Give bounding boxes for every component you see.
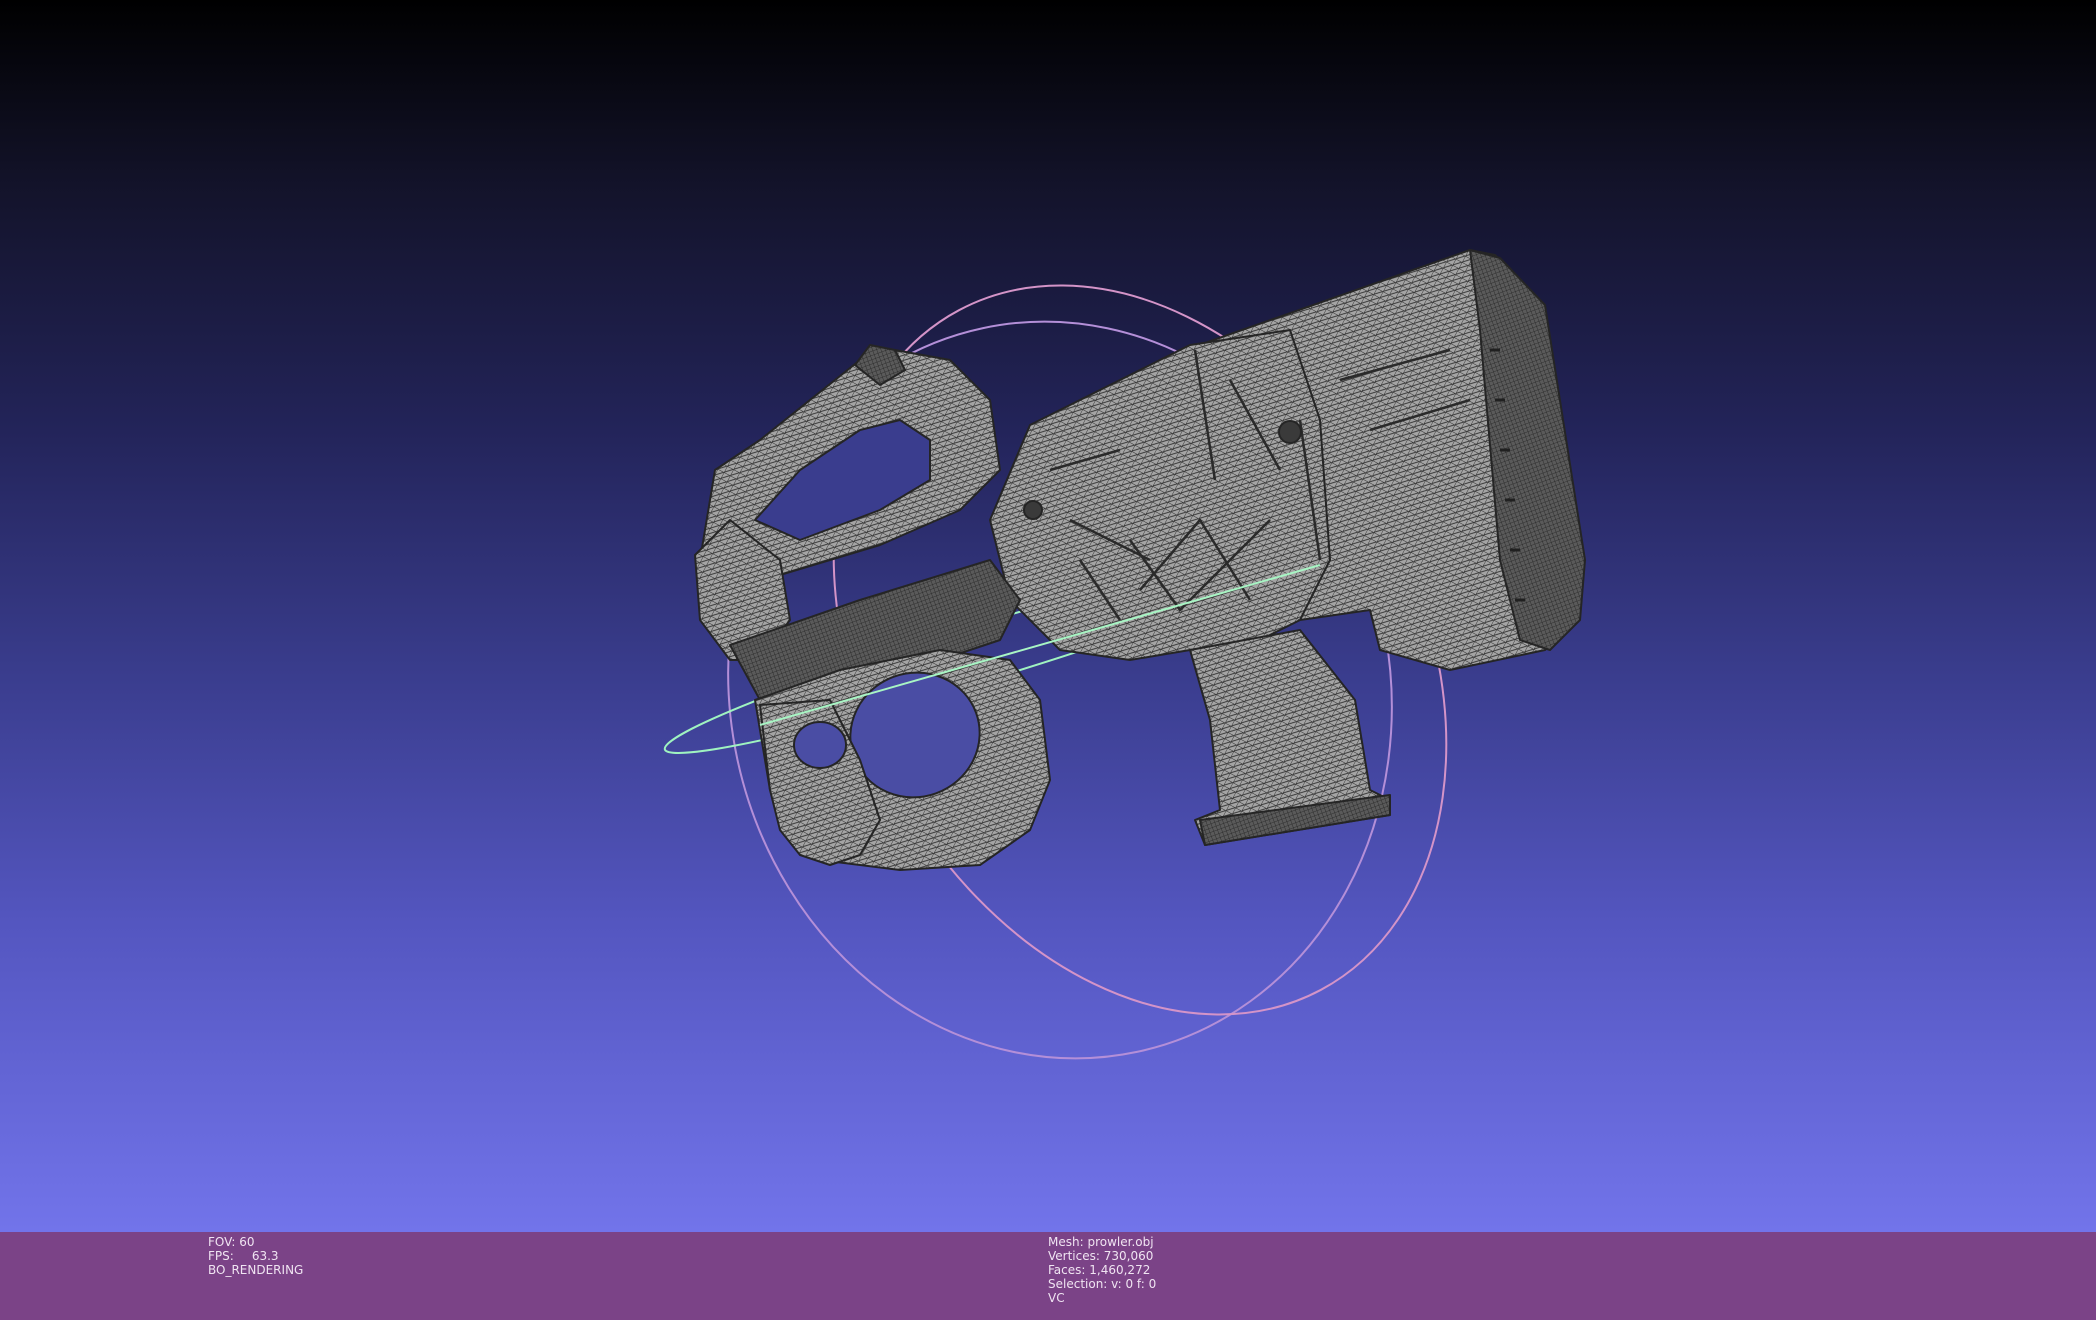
render-info-panel: FOV: 60 FPS: 63.3 BO_RENDERING [208, 1235, 303, 1277]
mesh-name-readout: Mesh: prowler.obj [1048, 1235, 1156, 1249]
mesh-name: prowler.obj [1087, 1235, 1154, 1249]
faces-label: Faces: [1048, 1263, 1086, 1277]
faces-readout: Faces: 1,460,272 [1048, 1263, 1156, 1277]
selection-readout: Selection: v: 0 f: 0 [1048, 1277, 1156, 1291]
scene-canvas[interactable] [0, 0, 2096, 1232]
status-bar: FOV: 60 FPS: 63.3 BO_RENDERING Mesh: prow… [0, 1232, 2096, 1320]
fps-readout: FPS: 63.3 [208, 1249, 303, 1263]
mesh-info-panel: Mesh: prowler.obj Vertices: 730,060 Face… [1048, 1235, 1156, 1305]
vertices-readout: Vertices: 730,060 [1048, 1249, 1156, 1263]
render-mode: BO_RENDERING [208, 1263, 304, 1277]
fps-label: FPS: [208, 1249, 234, 1263]
mesh-screw-2 [1023, 500, 1043, 520]
fps-value: 63.3 [251, 1249, 279, 1263]
fov-label: FOV: [208, 1235, 236, 1249]
faces-value: 1,460,272 [1089, 1263, 1151, 1277]
mesh-label: Mesh: [1048, 1235, 1084, 1249]
selection-value: v: 0 f: 0 [1111, 1277, 1157, 1291]
fov-value: 60 [239, 1235, 255, 1249]
color-mode: VC [1048, 1291, 1065, 1305]
mesh-screw [1278, 420, 1302, 444]
mesh-model[interactable] [694, 249, 1586, 871]
mesh-front-grip-hole [793, 721, 847, 769]
3d-viewport[interactable] [0, 0, 2096, 1232]
selection-label: Selection: [1048, 1277, 1108, 1291]
fov-readout: FOV: 60 [208, 1235, 303, 1249]
vertices-label: Vertices: [1048, 1249, 1100, 1263]
vertices-value: 730,060 [1103, 1249, 1154, 1263]
